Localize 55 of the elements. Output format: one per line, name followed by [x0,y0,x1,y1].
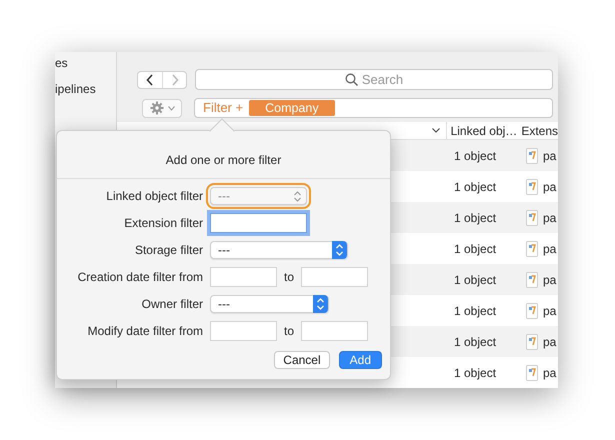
table-cell-text: 1 object [454,210,496,226]
file-icon [526,148,538,164]
table-cell-text: 1 object [454,178,496,196]
file-icon [526,240,538,256]
field-label: Extension filter [123,215,203,232]
file-icon [526,302,538,318]
stepper-icon [293,190,302,202]
dropdown[interactable]: --- [210,295,329,313]
input-field[interactable] [210,213,307,233]
field-label: Creation date filter from [76,269,203,286]
table-cell-text: pa [543,364,556,382]
table-cell-text: pa [543,302,556,320]
cancel-button[interactable]: Cancel [274,351,330,369]
date-field[interactable] [210,267,277,287]
forward-icon [170,74,178,86]
file-icon [526,364,538,380]
caret-icon [168,106,174,110]
table-cell-text: pa [543,240,556,258]
table-cell-text: pa [543,178,556,196]
column-header[interactable]: Extens [521,122,558,140]
field-label: Owner filter [140,296,203,313]
sidebar-item[interactable]: ipelines [55,80,116,106]
field-label: Linked object filter [105,188,203,205]
filter-prefix: Filter + [203,99,244,118]
range-separator: to [284,323,294,340]
dropdown[interactable]: --- [210,241,348,259]
back-icon [146,74,154,86]
table-cell-text: 1 object [454,334,496,350]
file-icon [526,272,538,288]
sort-chevron-icon [432,128,440,133]
table-cell-text: pa [543,334,556,350]
table-cell-text: pa [543,272,556,288]
date-field[interactable] [210,321,277,341]
file-icon [526,210,538,226]
file-icon [526,178,538,194]
table-cell-text: pa [543,210,556,226]
field-label: Modify date filter from [86,323,203,340]
file-icon [526,334,538,350]
date-field[interactable] [301,267,368,287]
gear-icon [150,101,164,115]
navigation-buttons[interactable] [137,70,187,88]
range-separator: to [284,269,294,286]
table-cell-text: 1 object [454,272,496,288]
table-cell-text: pa [543,148,556,164]
add-button[interactable]: Add [338,351,382,369]
search-icon [344,73,358,86]
field-label: Storage filter [134,242,203,259]
sidebar-item[interactable]: es [55,54,116,80]
table-cell-text: 1 object [454,302,496,320]
date-field[interactable] [301,321,368,341]
gear-menu-button[interactable] [142,98,182,118]
table-cell-text: 1 object [454,240,496,258]
table-cell-text: 1 object [454,364,496,382]
column-header[interactable]: Linked obj… [450,122,518,140]
table-cell-text: 1 object [454,148,496,164]
